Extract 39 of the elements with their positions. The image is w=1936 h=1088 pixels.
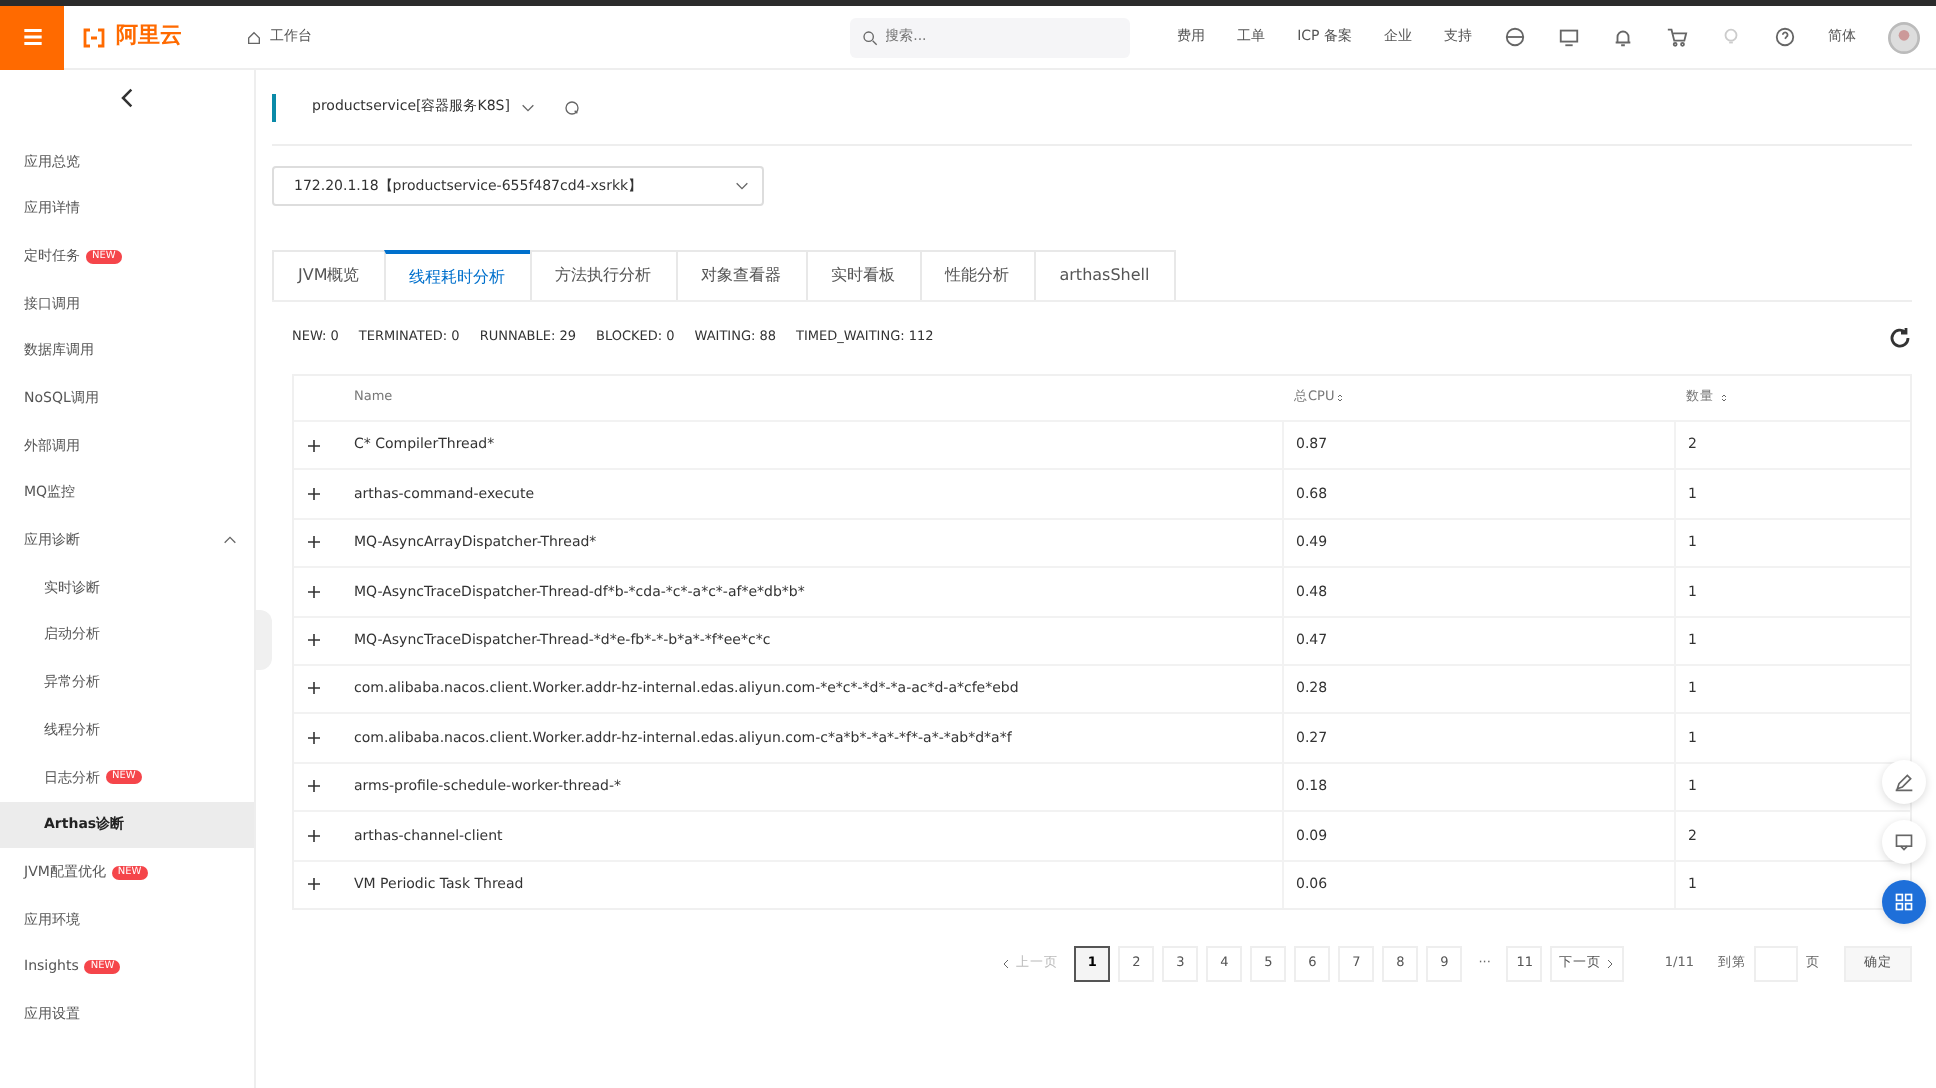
help-icon[interactable] — [1774, 26, 1796, 48]
tab[interactable]: JVM概览 — [272, 250, 386, 300]
refresh-icon[interactable] — [1888, 326, 1912, 350]
sort-icon[interactable] — [1718, 392, 1730, 404]
apps-button[interactable] — [1882, 880, 1926, 924]
grid-icon — [1894, 892, 1914, 912]
bell-icon[interactable] — [1612, 26, 1634, 48]
chevron-icon[interactable] — [222, 532, 238, 549]
expand-icon[interactable] — [306, 437, 322, 454]
expand-icon[interactable] — [306, 534, 322, 551]
chevron-down-icon — [520, 99, 536, 115]
back-icon[interactable] — [117, 86, 137, 110]
menu-icon — [19, 24, 45, 50]
expand-icon[interactable] — [306, 632, 322, 649]
home-icon — [246, 29, 262, 45]
globe-icon[interactable] — [1504, 26, 1526, 48]
logo-icon — [80, 25, 108, 49]
expand-icon[interactable] — [306, 778, 322, 795]
tab[interactable]: arthasShell — [1033, 250, 1176, 300]
chevron-down-icon — [734, 178, 750, 194]
feedback-button[interactable] — [1882, 820, 1926, 864]
expand-icon[interactable] — [306, 827, 322, 844]
expand-icon[interactable] — [306, 583, 322, 600]
chevron-right-icon — [1604, 957, 1617, 970]
edit-button[interactable] — [1882, 760, 1926, 804]
expand-icon[interactable] — [306, 485, 322, 502]
chat-icon — [1894, 832, 1914, 852]
sort-icon[interactable] — [1334, 392, 1347, 404]
expand-icon[interactable] — [306, 876, 322, 893]
pencil-icon — [1894, 772, 1914, 792]
monitor-icon[interactable] — [1558, 26, 1580, 48]
refresh-icon[interactable] — [564, 99, 580, 115]
search-icon — [861, 29, 878, 45]
expand-icon[interactable] — [306, 680, 322, 697]
cart-icon[interactable] — [1666, 26, 1688, 48]
chevron-left-icon — [1000, 957, 1013, 970]
expand-icon[interactable] — [306, 729, 322, 746]
menu-button[interactable] — [0, 5, 64, 69]
logo-text: 阿里云 — [116, 20, 182, 53]
